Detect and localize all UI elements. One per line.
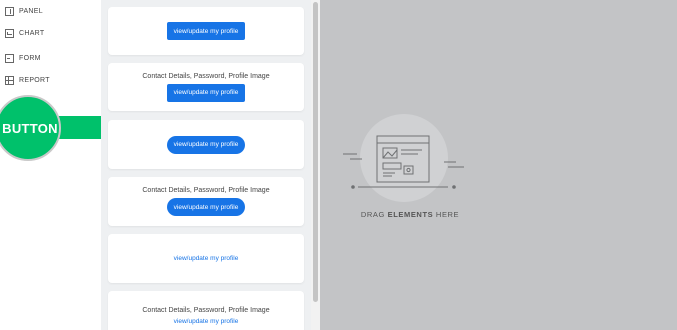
drag-elements-icon xyxy=(343,135,464,189)
drop-hint-bold: ELEMENTS xyxy=(387,210,434,219)
button-card-square[interactable]: view/update my profile xyxy=(108,7,304,55)
drop-hint: DRAG ELEMENTS HERE xyxy=(320,210,500,219)
profile-link[interactable]: view/update my profile xyxy=(174,255,239,262)
sidebar: PANEL CHART FORM REPORT BUTTON xyxy=(0,0,101,330)
profile-button[interactable]: view/update my profile xyxy=(166,83,246,102)
button-card-link[interactable]: view/update my profile xyxy=(108,234,304,283)
card-caption: Contact Details, Password, Profile Image xyxy=(142,306,270,314)
gallery-scrollbar-thumb[interactable] xyxy=(313,2,318,302)
button-card-pill[interactable]: view/update my profile xyxy=(108,120,304,169)
profile-button[interactable]: view/update my profile xyxy=(166,135,246,154)
profile-button[interactable]: view/update my profile xyxy=(166,22,246,40)
sidebar-item-chart[interactable]: CHART xyxy=(0,22,101,44)
profile-button[interactable]: view/update my profile xyxy=(166,198,246,216)
sidebar-item-label: REPORT xyxy=(19,76,50,84)
card-caption: Contact Details, Password, Profile Image xyxy=(142,72,270,80)
sidebar-item-form[interactable]: FORM xyxy=(0,47,101,69)
drop-hint-prefix: DRAG xyxy=(360,210,385,219)
panel-icon xyxy=(5,6,14,16)
sidebar-item-button-label: BUTTON xyxy=(2,120,58,136)
sidebar-item-button[interactable]: BUTTON xyxy=(0,95,61,161)
button-card-square-caption[interactable]: Contact Details, Password, Profile Image… xyxy=(108,63,304,111)
sidebar-item-label: FORM xyxy=(19,54,41,62)
drop-hint-suffix: HERE xyxy=(435,210,460,219)
sidebar-item-label: CHART xyxy=(19,29,45,37)
form-icon xyxy=(5,53,14,63)
profile-link[interactable]: view/update my profile xyxy=(174,318,239,325)
chart-icon xyxy=(5,28,14,38)
sidebar-item-panel[interactable]: PANEL xyxy=(0,0,101,22)
report-icon xyxy=(5,75,14,85)
button-card-pill-caption[interactable]: Contact Details, Password, Profile Image… xyxy=(108,177,304,226)
button-gallery: view/update my profile Contact Details, … xyxy=(101,0,311,330)
sidebar-item-report[interactable]: REPORT xyxy=(0,69,101,91)
card-caption: Contact Details, Password, Profile Image xyxy=(142,187,270,194)
sidebar-item-label: PANEL xyxy=(19,7,43,15)
button-card-link-caption[interactable]: Contact Details, Password, Profile Image… xyxy=(108,291,304,330)
